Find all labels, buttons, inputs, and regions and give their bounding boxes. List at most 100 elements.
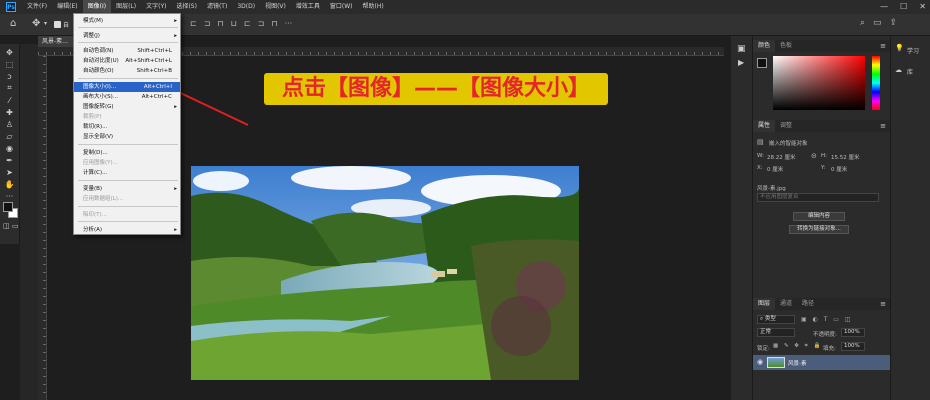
edit-contents-button[interactable]: 编辑内容	[793, 212, 845, 221]
path-select-tool-icon[interactable]: ➤	[0, 166, 20, 178]
link-icon[interactable]: ⊝	[811, 152, 817, 160]
instruction-banner: 点击【图像】——【图像大小】	[264, 73, 608, 105]
panel-menu-icon[interactable]: ≡	[880, 300, 890, 308]
home-icon[interactable]: ⌂	[10, 18, 16, 29]
align-top-icon[interactable]: ⊔	[231, 19, 237, 28]
menu-item-1[interactable]: 调整(J) ▸	[74, 31, 180, 41]
canvas-image[interactable]	[191, 166, 579, 380]
tab-properties[interactable]: 属性	[753, 120, 776, 132]
menu-10[interactable]: 窗口(W)	[325, 0, 358, 14]
menu-2[interactable]: 图像(I)	[82, 0, 112, 14]
menu-7[interactable]: 3D(D)	[232, 0, 260, 14]
menu-item-7[interactable]: 图像旋转(G) ▸	[74, 102, 180, 112]
more-icon[interactable]: ···	[285, 19, 293, 28]
align-middle-icon[interactable]: ⊏	[244, 19, 251, 28]
marquee-tool-icon[interactable]: ⬚	[0, 58, 20, 70]
menu-9[interactable]: 增效工具	[291, 0, 325, 14]
chevron-down-icon[interactable]: ▾	[44, 20, 47, 27]
align-right-icon[interactable]: ⊓	[217, 19, 223, 28]
menu-item-17[interactable]: 分析(A) ▸	[74, 225, 180, 235]
menu-item-11[interactable]: 复制(D)...	[74, 148, 180, 158]
layer-comp-select[interactable]: 不应用图层复合	[757, 193, 879, 202]
layer-row[interactable]: ◉ 风景-素	[753, 355, 890, 370]
menu-3[interactable]: 图层(L)	[111, 0, 141, 14]
tab-adjustments[interactable]: 调整	[775, 120, 797, 132]
align-icons: ⊏ ⊐ ⊓ ⊔ ⊏ ⊐ ⊓ ···	[190, 19, 292, 28]
move-tool-icon[interactable]: ✥	[32, 18, 40, 29]
history-icon[interactable]: ▣	[737, 44, 746, 54]
learn-label[interactable]: 学习	[907, 46, 919, 55]
lock-icons[interactable]: ▦ ✎ ✥ ⌗ 🔒	[773, 343, 822, 350]
menu-items: 文件(F) 编辑(E) 图像(I) 图层(L) 文字(Y) 选择(S) 滤镜(T) 3D(D)…	[22, 0, 389, 14]
align-bottom-icon[interactable]: ⊐	[258, 19, 265, 28]
menu-item-6[interactable]: 画布大小(S)... Alt+Ctrl+C	[74, 92, 180, 102]
menu-item-2[interactable]: 自动色调(N) Shift+Ctrl+L	[74, 46, 180, 56]
pen-tool-icon[interactable]: ✒	[0, 154, 20, 166]
convert-linked-button[interactable]: 转换为链接对象...	[789, 225, 849, 234]
align-center-icon[interactable]: ⊐	[204, 19, 211, 28]
menu-item-3[interactable]: 自动对比度(U) Alt+Shift+Ctrl+L	[74, 56, 180, 66]
menu-item-9[interactable]: 裁切(R)...	[74, 122, 180, 132]
menu-0[interactable]: 文件(F)	[22, 0, 52, 14]
fill-input[interactable]: 100%	[841, 342, 865, 351]
library-label[interactable]: 库	[907, 67, 913, 76]
menu-item-label: 分析(A)	[83, 227, 103, 233]
tab-channels[interactable]: 通道	[775, 298, 797, 310]
color-fg-swatch[interactable]	[757, 58, 767, 68]
minimize-button[interactable]: —	[880, 0, 888, 14]
blend-mode-select[interactable]: 正常	[757, 328, 795, 337]
move-tool-icon[interactable]: ✥	[0, 46, 20, 58]
more-tools-icon[interactable]: ···	[0, 190, 20, 202]
library-icon[interactable]: ☁	[895, 66, 902, 74]
eyedropper-tool-icon[interactable]: ⁄	[0, 94, 20, 106]
panel-menu-icon[interactable]: ≡	[880, 122, 890, 130]
menu-item-13[interactable]: 计算(C)...	[74, 168, 180, 178]
tab-layers[interactable]: 图层	[753, 298, 776, 310]
tab-paths[interactable]: 路径	[797, 298, 819, 310]
eye-icon[interactable]: ◉	[757, 358, 763, 366]
blur-tool-icon[interactable]: ◉	[0, 142, 20, 154]
menu-item-4[interactable]: 自动颜色(O) Shift+Ctrl+B	[74, 66, 180, 76]
menu-item-5[interactable]: 图像大小(I)... Alt+Ctrl+I	[74, 82, 180, 92]
lightbulb-icon[interactable]: 💡	[895, 44, 904, 52]
tab-swatches[interactable]: 色板	[775, 40, 797, 52]
play-icon[interactable]: ▶	[738, 58, 744, 67]
height-value[interactable]: 15.52 厘米	[831, 153, 860, 161]
menu-4[interactable]: 文字(Y)	[141, 0, 171, 14]
menu-item-14[interactable]: 变量(B) ▸	[74, 184, 180, 194]
search-icon[interactable]: ⌕	[860, 18, 865, 28]
auto-select-checkbox[interactable]	[54, 21, 61, 28]
healing-tool-icon[interactable]: ✚	[0, 106, 20, 118]
menu-8[interactable]: 视图(V)	[260, 0, 291, 14]
layer-filter-icons[interactable]: ▣ ◐ T ▭ ◫	[801, 316, 853, 323]
align-left-icon[interactable]: ⊏	[190, 19, 197, 28]
tab-color[interactable]: 颜色	[753, 40, 776, 52]
hue-slider[interactable]	[872, 56, 880, 110]
eraser-tool-icon[interactable]: ▱	[0, 130, 20, 142]
width-value[interactable]: 28.22 厘米	[767, 153, 796, 161]
quick-mask-icon[interactable]: ◫ ▭	[3, 222, 18, 230]
menu-1[interactable]: 编辑(E)	[52, 0, 82, 14]
menu-5[interactable]: 选择(S)	[171, 0, 202, 14]
panel-menu-icon[interactable]: ≡	[880, 42, 890, 50]
menu-11[interactable]: 帮助(H)	[358, 0, 389, 14]
menu-item-label: 图像旋转(G)	[83, 104, 114, 110]
color-picker-field[interactable]	[773, 56, 865, 110]
menu-item-10[interactable]: 显示全部(V)	[74, 132, 180, 142]
y-value[interactable]: 0 厘米	[831, 165, 847, 173]
crop-tool-icon[interactable]: ⌗	[0, 82, 20, 94]
menu-item-0[interactable]: 模式(M) ▸	[74, 16, 180, 26]
close-button[interactable]: ✕	[919, 0, 926, 14]
menu-6[interactable]: 滤镜(T)	[202, 0, 232, 14]
x-value[interactable]: 0 厘米	[767, 165, 783, 173]
maximize-button[interactable]: ☐	[900, 0, 907, 14]
workspace-icon[interactable]: ▭	[873, 18, 882, 28]
opacity-input[interactable]: 100%	[841, 328, 865, 337]
stamp-tool-icon[interactable]: ♙	[0, 118, 20, 130]
layer-filter-select[interactable]: ⌕ 类型	[757, 315, 795, 324]
lasso-tool-icon[interactable]: ↄ	[0, 70, 20, 82]
distribute-icon[interactable]: ⊓	[271, 19, 277, 28]
share-icon[interactable]: ⇪	[890, 18, 898, 28]
hand-tool-icon[interactable]: ✋	[0, 178, 20, 190]
foreground-color-swatch[interactable]	[3, 202, 13, 212]
